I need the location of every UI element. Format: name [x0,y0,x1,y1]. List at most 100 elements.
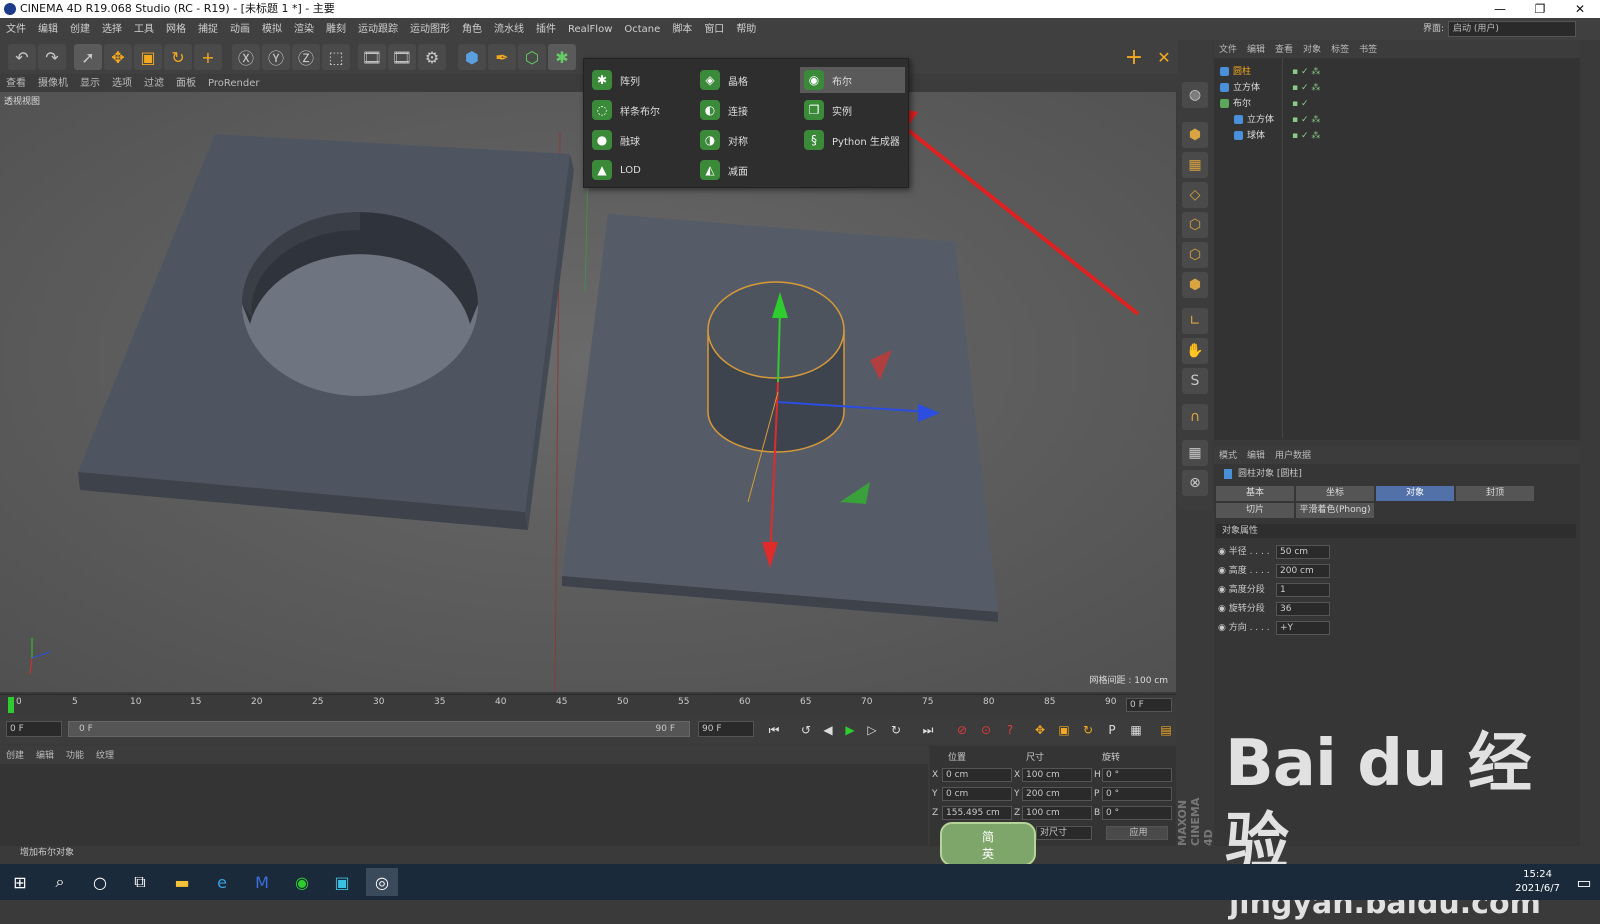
om-menu-tags[interactable]: 标签 [1326,41,1354,59]
rot-p-field[interactable]: 0 ° [1102,787,1172,801]
menu-sculpt[interactable]: 雕刻 [320,19,352,41]
key-pla-icon[interactable]: ▦ [1126,720,1146,740]
system-clock[interactable]: 15:24 2021/6/7 [1515,868,1560,896]
tweak-icon[interactable]: ✋ [1182,338,1208,364]
record-icon[interactable]: ⊘ [952,720,972,740]
popup-item-array[interactable]: ✱ 阵列 [588,67,693,93]
tab-object[interactable]: 对象 [1376,486,1454,501]
tab-basic[interactable]: 基本 [1216,486,1294,501]
search-icon[interactable]: ⌕ [44,868,76,896]
menu-window[interactable]: 窗口 [698,19,730,41]
popup-item-lod[interactable]: ▲ LOD [588,157,693,183]
cinema4d-taskbar-icon[interactable]: ◎ [366,868,398,896]
axis-mode-icon[interactable]: ∟ [1182,308,1208,334]
prev-frame-icon[interactable]: ◀ [818,720,838,740]
size-x-field[interactable]: 100 cm [1022,768,1092,782]
menu-script[interactable]: 脚本 [666,19,698,41]
mm-menu-edit[interactable]: 编辑 [30,747,60,765]
undo-icon[interactable]: ↶ [8,44,36,70]
tab-caps[interactable]: 封顶 [1456,486,1534,501]
row-visibility-icon[interactable]: ▪ ✓ ⁂ [1292,112,1320,128]
cube-icon[interactable]: ⬢ [458,44,486,70]
lock-icon[interactable]: ⊗ [1182,470,1208,496]
next-frame-icon[interactable]: ▷ [862,720,882,740]
pos-x-field[interactable]: 0 cm [942,768,1012,782]
tab-slice[interactable]: 切片 [1216,503,1294,518]
magnet-icon[interactable]: ∩ [1182,404,1208,430]
workplane-icon[interactable]: ◇ [1182,182,1208,208]
maximize-button[interactable]: ❐ [1520,0,1560,18]
rot-h-field[interactable]: 0 ° [1102,768,1172,782]
view-menu-prorender[interactable]: ProRender [202,75,265,93]
mm-menu-create[interactable]: 创建 [0,747,30,765]
texture-mode-icon[interactable]: ▦ [1182,152,1208,178]
scale-icon[interactable]: ▣ [134,44,162,70]
view-menu-panel[interactable]: 面板 [170,75,202,93]
render-settings-icon[interactable]: ⚙ [418,44,446,70]
row-visibility-icon[interactable]: ▪ ✓ ⁂ [1292,64,1320,80]
select-arrow-icon[interactable]: ➚ [74,44,102,70]
pen-icon[interactable]: ✒ [488,44,516,70]
om-menu-view[interactable]: 查看 [1270,41,1298,59]
row-visibility-icon[interactable]: ▪ ✓ [1292,96,1309,112]
keyframe-selection-icon[interactable]: ? [1000,720,1020,740]
timeline-window-icon[interactable]: ▤ [1156,720,1176,740]
menu-pipeline[interactable]: 流水线 [488,19,530,41]
axis-y-icon[interactable]: Ⓨ [262,44,290,70]
popup-item-symmetry[interactable]: ◑ 对称 [696,127,801,153]
menu-mesh[interactable]: 网格 [160,19,192,41]
apply-button[interactable]: 应用 [1106,826,1168,840]
popup-item-boolean[interactable]: ◉ 布尔 [800,67,905,93]
rot-b-field[interactable]: 0 ° [1102,806,1172,820]
menu-octane[interactable]: Octane [618,19,666,41]
object-mode-icon[interactable]: ⬢ [1182,122,1208,148]
range-slider[interactable]: 0 F 90 F [68,721,690,737]
menu-select[interactable]: 选择 [96,19,128,41]
pos-z-field[interactable]: 155.495 cm [942,806,1012,820]
prev-key-icon[interactable]: ↺ [796,720,816,740]
axis-z-icon[interactable]: Ⓩ [292,44,320,70]
view-menu-filter[interactable]: 过滤 [138,75,170,93]
popup-item-atom[interactable]: ◈ 晶格 [696,67,801,93]
height-field[interactable]: 200 cm [1276,564,1330,578]
menu-plugins[interactable]: 插件 [530,19,562,41]
start-frame-field[interactable]: 0 F [6,721,62,737]
menu-help[interactable]: 帮助 [730,19,762,41]
next-key-icon[interactable]: ↻ [886,720,906,740]
menu-mograph[interactable]: 运动图形 [404,19,456,41]
file-explorer-icon[interactable]: ▬ [166,868,198,896]
radius-field[interactable]: 50 cm [1276,545,1330,559]
menu-create[interactable]: 创建 [64,19,96,41]
timeline-ruler[interactable]: 0 5 10 15 20 25 30 35 40 45 50 55 60 65 … [0,694,1176,716]
menu-file[interactable]: 文件 [0,19,32,41]
tree-row-boolean[interactable]: 布尔 ▪ ✓ [1220,96,1560,112]
coord-system-icon[interactable]: ⬚ [322,44,350,70]
size-y-field[interactable]: 200 cm [1022,787,1092,801]
size-z-field[interactable]: 100 cm [1022,806,1092,820]
menu-animate[interactable]: 动画 [224,19,256,41]
menu-motion-tracking[interactable]: 运动跟踪 [352,19,404,41]
end-frame-field[interactable]: 90 F [698,721,754,737]
rotate-icon[interactable]: ↻ [164,44,192,70]
render-picture-icon[interactable]: 🎞 [388,44,416,70]
om-menu-file[interactable]: 文件 [1214,41,1242,59]
render-view-icon[interactable]: 🎞 [358,44,386,70]
popup-item-spline-boolean[interactable]: ◌ 样条布尔 [588,97,693,123]
menu-edit[interactable]: 编辑 [32,19,64,41]
am-menu-edit[interactable]: 编辑 [1242,447,1270,465]
menu-tools[interactable]: 工具 [128,19,160,41]
key-param-icon[interactable]: P [1102,720,1122,740]
subdivision-icon[interactable]: ⬡ [518,44,546,70]
ime-widget[interactable]: 简 英 [940,822,1036,866]
snap-s-icon[interactable]: S [1182,368,1208,394]
close-button[interactable]: ✕ [1560,0,1600,18]
axis-x-icon[interactable]: Ⓧ [232,44,260,70]
am-menu-userdata[interactable]: 用户数据 [1270,447,1316,465]
om-menu-bookmarks[interactable]: 书签 [1354,41,1382,59]
tab-phong[interactable]: 平滑着色(Phong) [1296,503,1374,518]
tree-row-cube[interactable]: 立方体 ▪ ✓ ⁂ [1220,80,1560,96]
move-icon[interactable]: ✥ [104,44,132,70]
goto-start-icon[interactable]: ⏮ [764,720,784,740]
tab-coord[interactable]: 坐标 [1296,486,1374,501]
tree-row-sphere[interactable]: 球体 ▪ ✓ ⁂ [1234,128,1574,144]
